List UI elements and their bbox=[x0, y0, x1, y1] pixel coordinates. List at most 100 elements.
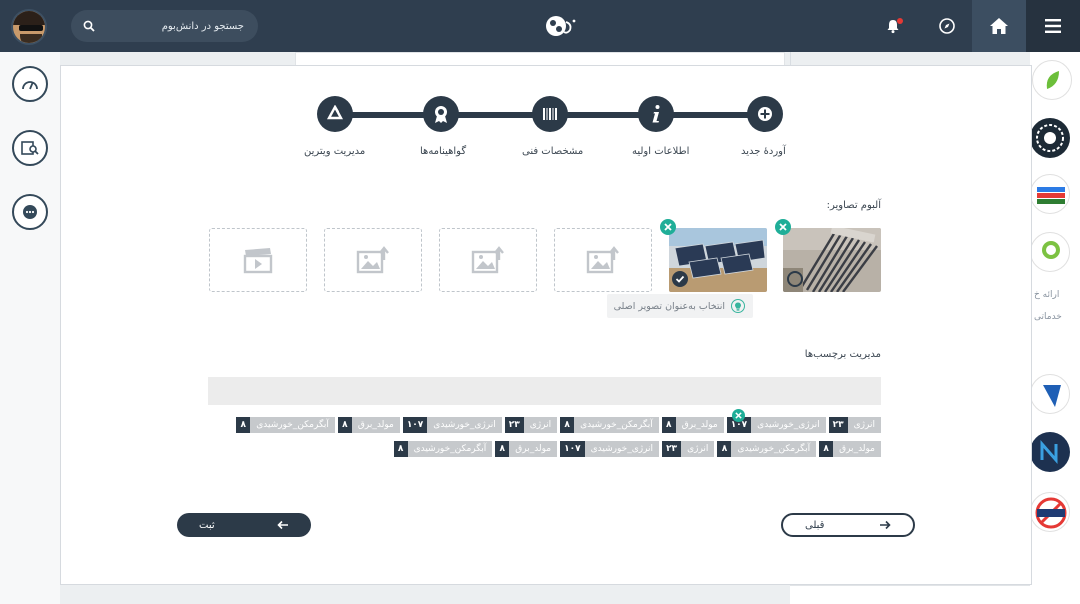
image-upload-icon bbox=[471, 246, 504, 274]
upload-image-slot-2[interactable] bbox=[439, 228, 537, 292]
tag-chip[interactable]: آبگرمکن_خورشیدی ۸ bbox=[393, 441, 493, 457]
app-logo[interactable] bbox=[544, 12, 580, 40]
home-button[interactable] bbox=[972, 0, 1026, 52]
company-logo-5[interactable] bbox=[1030, 374, 1070, 414]
dashboard-shortcut[interactable] bbox=[12, 66, 48, 102]
step-certificates[interactable] bbox=[423, 96, 459, 132]
tag-count: ۸ bbox=[819, 441, 834, 457]
step-technical-specs[interactable] bbox=[532, 96, 568, 132]
video-clapper-icon bbox=[243, 248, 273, 274]
close-icon bbox=[735, 412, 742, 419]
main-image-checked[interactable] bbox=[672, 271, 688, 287]
remove-photo-1-button[interactable] bbox=[775, 219, 791, 235]
tag-text: انرژی_خورشیدی bbox=[584, 441, 660, 457]
company-logo-6[interactable] bbox=[1030, 432, 1070, 472]
submit-label: ثبت bbox=[199, 519, 215, 531]
menu-button[interactable] bbox=[1026, 0, 1080, 52]
set-as-main-image-button[interactable]: انتخاب به‌عنوان تصویر اصلی bbox=[607, 294, 753, 318]
step-showcase-management[interactable] bbox=[317, 96, 353, 132]
tag-text: انرژی bbox=[523, 417, 558, 433]
tag-chip[interactable]: آبگرمکن_خورشیدی ۸ bbox=[560, 417, 659, 433]
compass-icon bbox=[939, 18, 955, 34]
tags-title: مدیریت برچسب‌ها bbox=[804, 349, 881, 360]
recycle-icon bbox=[326, 105, 344, 120]
tag-text: انرژی bbox=[681, 441, 715, 457]
barcode-icon bbox=[543, 108, 557, 120]
top-navbar bbox=[0, 0, 1080, 52]
company-logo-4[interactable] bbox=[1030, 232, 1070, 272]
user-avatar[interactable] bbox=[11, 9, 47, 45]
tag-count: ۲۳ bbox=[662, 441, 682, 457]
speedometer-icon bbox=[22, 81, 38, 90]
tag-chip[interactable]: انرژی_خورشیدی ۱۰۷ bbox=[560, 441, 660, 457]
image-upload-icon bbox=[356, 246, 389, 274]
close-icon bbox=[779, 223, 787, 231]
green-bubble-logo-icon bbox=[1042, 241, 1060, 259]
tag-chip[interactable]: انرژی_خورشیدی ۱۰۷ bbox=[402, 417, 502, 433]
company-logo-3[interactable] bbox=[1030, 174, 1070, 214]
company-logo-2[interactable] bbox=[1030, 118, 1070, 158]
search-box[interactable] bbox=[71, 10, 258, 42]
bike-logo-icon bbox=[1035, 497, 1067, 529]
remove-tag-button[interactable] bbox=[732, 409, 745, 422]
set-main-radio-photo-1[interactable] bbox=[787, 271, 803, 287]
tag-text: انرژی_خورشیدی bbox=[427, 417, 502, 433]
tag-chip[interactable]: مولد_برق ۸ bbox=[337, 417, 400, 433]
plus-circle-icon bbox=[758, 107, 772, 121]
image-upload-icon bbox=[586, 246, 619, 274]
chat-shortcut[interactable] bbox=[12, 194, 48, 230]
company-logo-7[interactable] bbox=[1030, 492, 1070, 532]
search-icon[interactable] bbox=[83, 20, 95, 32]
flag-logo-icon bbox=[1037, 187, 1065, 204]
hamburger-icon bbox=[1045, 19, 1061, 33]
catalog-shortcut[interactable] bbox=[12, 130, 48, 166]
tag-chip[interactable]: مولد_برق ۸ bbox=[819, 441, 881, 457]
right-sidebar bbox=[1030, 52, 1080, 604]
tag-chip[interactable]: انرژی ۲۳ bbox=[662, 441, 715, 457]
album-title: آلبوم تصاویر: bbox=[826, 200, 881, 211]
check-icon bbox=[675, 275, 685, 283]
tag-text: آبگرمکن_خورشیدی bbox=[250, 417, 335, 433]
tag-text: مولد_برق bbox=[675, 417, 724, 433]
notification-dot bbox=[897, 18, 903, 24]
tag-text: آبگرمکن_خورشیدی bbox=[407, 441, 493, 457]
tag-chip[interactable]: آبگرمکن_خورشیدی ۸ bbox=[236, 417, 335, 433]
tag-text: مولد_برق bbox=[351, 417, 400, 433]
step-label-showcase-management: مدیریت ویترین bbox=[304, 146, 366, 157]
leaf-logo-icon bbox=[1046, 71, 1059, 89]
tag-count: ۸ bbox=[717, 441, 732, 457]
tag-text: انرژی_خورشیدی bbox=[751, 417, 826, 433]
tag-count: ۱۰۷ bbox=[402, 417, 428, 433]
tag-text: آبگرمکن_خورشیدی bbox=[574, 417, 659, 433]
tag-count: ۱۰۷ bbox=[560, 441, 585, 457]
step-basic-info[interactable] bbox=[638, 96, 674, 132]
tag-count: ۸ bbox=[495, 441, 510, 457]
step-new-product[interactable] bbox=[747, 96, 783, 132]
explore-button[interactable] bbox=[920, 0, 974, 52]
close-icon bbox=[664, 223, 672, 231]
notifications-button[interactable] bbox=[866, 0, 920, 52]
arrow-left-icon bbox=[277, 520, 288, 530]
tag-chip[interactable]: مولد_برق ۸ bbox=[495, 441, 558, 457]
submit-button[interactable]: ثبت bbox=[177, 513, 311, 537]
info-icon bbox=[652, 105, 660, 123]
tag-chip[interactable]: آبگرمکن_خورشیدی ۸ bbox=[717, 441, 817, 457]
lightbulb-icon bbox=[731, 299, 745, 313]
remove-photo-2-button[interactable] bbox=[660, 219, 676, 235]
step-label-new-product: آوردهٔ جدید bbox=[741, 146, 786, 157]
company-logo-1[interactable] bbox=[1032, 60, 1072, 100]
n-logo-icon bbox=[1040, 440, 1058, 464]
step-label-certificates: گواهینامه‌ها bbox=[420, 146, 467, 157]
tag-chip[interactable]: انرژی ۲۳ bbox=[828, 417, 881, 433]
upload-video-slot[interactable] bbox=[209, 228, 307, 292]
home-icon bbox=[990, 18, 1008, 34]
tag-chip[interactable]: مولد_برق ۸ bbox=[661, 417, 724, 433]
set-as-main-image-label: انتخاب به‌عنوان تصویر اصلی bbox=[613, 300, 725, 312]
right-sidebar-text-1: ارائه خ bbox=[1034, 290, 1060, 300]
upload-image-slot-3[interactable] bbox=[324, 228, 422, 292]
tag-input[interactable] bbox=[208, 377, 881, 405]
tag-chip[interactable]: انرژی ۲۳ bbox=[504, 417, 558, 433]
previous-button[interactable]: قبلی bbox=[781, 513, 915, 537]
search-input[interactable] bbox=[98, 10, 258, 42]
upload-image-slot-1[interactable] bbox=[554, 228, 652, 292]
